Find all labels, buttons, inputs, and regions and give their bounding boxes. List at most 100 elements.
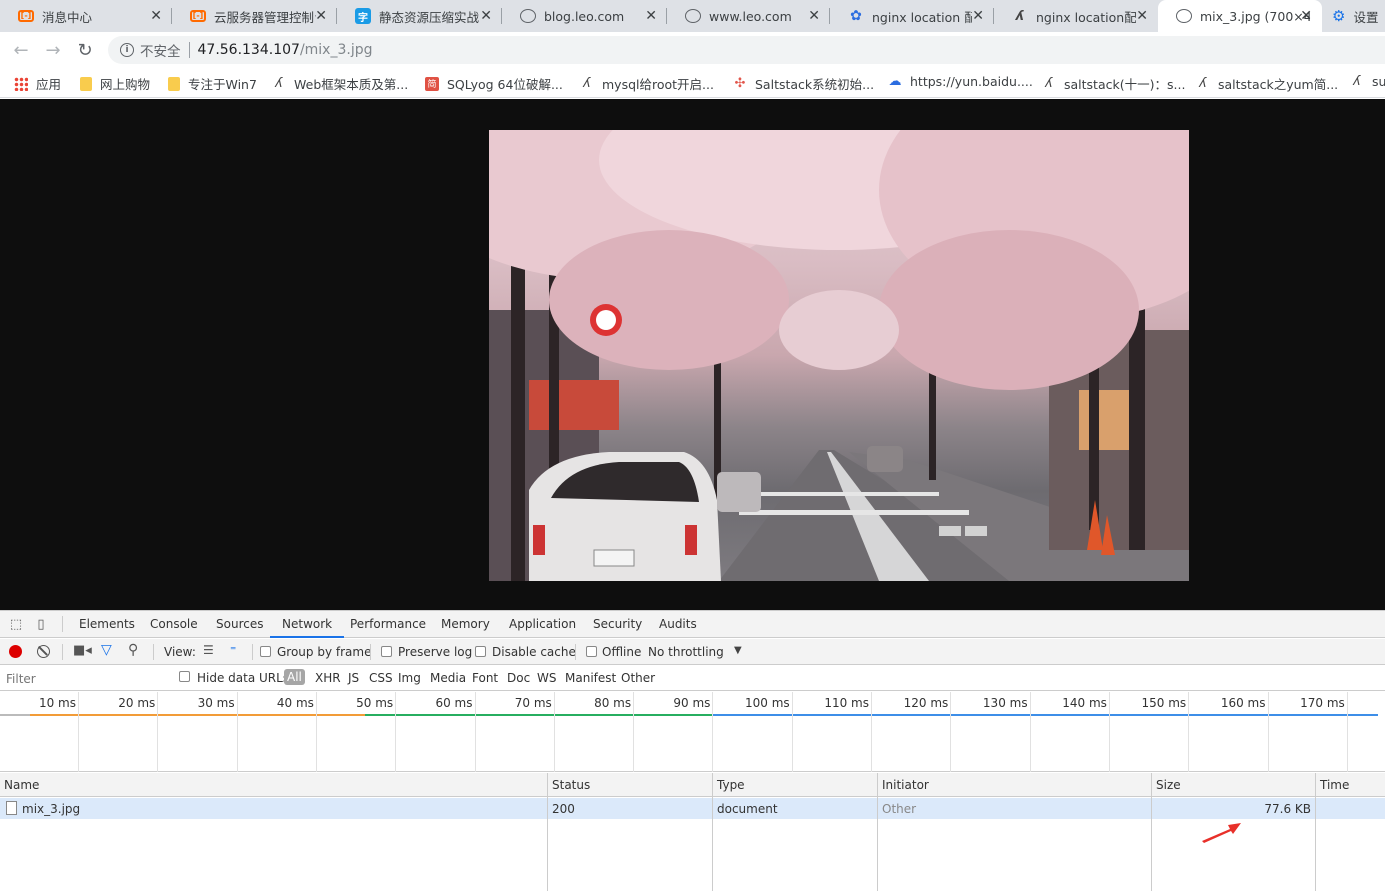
type-filter-doc[interactable]: Doc: [507, 671, 530, 685]
tab-mix-jpg[interactable]: mix_3.jpg (700×451) ✕: [1158, 0, 1322, 32]
type-filter-manifest[interactable]: Manifest: [565, 671, 616, 685]
jianshu-red-icon: 简: [425, 76, 439, 91]
bookmark-shopping[interactable]: 网上购物: [80, 74, 150, 93]
column-header-time[interactable]: Time: [1316, 773, 1385, 797]
column-header-name[interactable]: Name: [0, 773, 548, 797]
tab-network[interactable]: Network: [270, 611, 345, 638]
column-divider[interactable]: [1315, 773, 1316, 891]
column-header-status[interactable]: Status: [548, 773, 713, 797]
column-divider[interactable]: [547, 773, 548, 891]
info-icon[interactable]: i: [120, 43, 134, 57]
column-header-size[interactable]: Size: [1152, 773, 1316, 797]
disable-cache-label[interactable]: Disable cache: [492, 645, 576, 659]
column-divider[interactable]: [712, 773, 713, 891]
reload-icon[interactable]: ↻: [72, 38, 98, 62]
close-icon[interactable]: ✕: [645, 8, 657, 24]
close-icon[interactable]: ✕: [1300, 8, 1312, 24]
group-by-frame-label[interactable]: Group by frame: [277, 645, 371, 659]
list-view-icon[interactable]: ☰: [203, 643, 214, 657]
hide-data-urls-label[interactable]: Hide data URLs: [197, 671, 289, 685]
disable-cache-checkbox[interactable]: [475, 646, 486, 657]
group-by-frame-checkbox[interactable]: [260, 646, 271, 657]
tab-nginx-location-1[interactable]: ✿ nginx location 配置 ✕: [830, 0, 994, 32]
device-toolbar-icon[interactable]: ▯: [33, 616, 49, 632]
dropdown-arrow-icon[interactable]: ▼: [734, 645, 742, 656]
bookmark-su[interactable]: ʎ su: [1350, 74, 1385, 89]
preserve-log-label[interactable]: Preserve log: [398, 645, 472, 659]
timeline-ticks: 10 ms 20 ms 30 ms 40 ms 50 ms 60 ms 70 ms 80 ms…: [0, 692, 1385, 714]
close-icon[interactable]: ✕: [480, 8, 492, 24]
close-icon[interactable]: ✕: [1136, 8, 1148, 24]
offline-label[interactable]: Offline: [602, 645, 641, 659]
throttling-select[interactable]: No throttling: [648, 645, 724, 659]
bookmark-saltstack-11[interactable]: ʎ saltstack(十一)：s...: [1042, 74, 1185, 93]
forward-arrow-icon[interactable]: →: [40, 38, 66, 62]
preserve-log-checkbox[interactable]: [381, 646, 392, 657]
bookmark-sqlyog[interactable]: 简 SQLyog 64位破解...: [425, 74, 563, 93]
type-filter-js[interactable]: JS: [348, 671, 359, 685]
tab-security[interactable]: Security: [593, 611, 642, 638]
type-filter-img[interactable]: Img: [398, 671, 421, 685]
network-overview-timeline[interactable]: 10 ms 20 ms 30 ms 40 ms 50 ms 60 ms 70 ms 80 ms…: [0, 692, 1385, 772]
tab-application[interactable]: Application: [509, 611, 576, 638]
column-divider[interactable]: [877, 773, 878, 891]
timeline-tick-label: 140 ms: [1062, 696, 1107, 710]
bookmark-apps[interactable]: 应用: [14, 74, 61, 93]
tab-sources[interactable]: Sources: [216, 611, 263, 638]
cherry-blossom-street-image[interactable]: [489, 130, 1189, 581]
search-icon[interactable]: ⚲: [128, 642, 138, 658]
type-filter-all[interactable]: All: [284, 669, 305, 685]
type-filter-media[interactable]: Media: [430, 671, 466, 685]
tab-console[interactable]: Console: [150, 611, 198, 638]
bookmark-saltstack-yum[interactable]: ʎ saltstack之yum简...: [1196, 74, 1338, 93]
bookmark-mysql-root[interactable]: ʎ mysql给root开启...: [580, 74, 714, 93]
column-header-type[interactable]: Type: [713, 773, 878, 797]
type-filter-xhr[interactable]: XHR: [315, 671, 341, 685]
column-divider[interactable]: [1151, 773, 1152, 891]
security-label[interactable]: 不安全: [140, 40, 181, 60]
close-icon[interactable]: ✕: [150, 8, 162, 24]
tab-static-compress[interactable]: 字 静态资源压缩实战 ✕: [337, 0, 502, 32]
toolbar-divider: [62, 644, 63, 660]
close-icon[interactable]: ✕: [808, 8, 820, 24]
filter-icon[interactable]: ▽: [101, 642, 112, 658]
column-header-initiator[interactable]: Initiator: [878, 773, 1152, 797]
back-arrow-icon[interactable]: ←: [8, 38, 34, 62]
tab-performance[interactable]: Performance: [350, 611, 426, 638]
tab-message-center[interactable]: [-] 消息中心 ✕: [0, 0, 172, 32]
type-filter-ws[interactable]: WS: [537, 671, 556, 685]
hide-data-urls-checkbox[interactable]: [179, 671, 190, 682]
type-filter-css[interactable]: CSS: [369, 671, 393, 685]
bookmark-baidu-yun[interactable]: ☁ https://yun.baidu....: [888, 74, 1033, 89]
waterfall-view-icon[interactable]: ⁼: [230, 643, 236, 657]
clear-icon[interactable]: [37, 645, 50, 658]
close-icon[interactable]: ✕: [315, 8, 327, 24]
record-icon[interactable]: [9, 645, 22, 658]
type-filter-font[interactable]: Font: [472, 671, 498, 685]
filter-input[interactable]: [3, 669, 166, 688]
request-size: 77.6 KB: [1264, 802, 1311, 816]
blossom-canopy: [489, 130, 1189, 390]
tab-ecs-console[interactable]: [-] 云服务器管理控制台 ✕: [172, 0, 337, 32]
tab-memory[interactable]: Memory: [441, 611, 490, 638]
document-file-icon: [6, 801, 17, 815]
screenshot-camera-icon[interactable]: ■◂: [73, 643, 92, 658]
close-icon[interactable]: ✕: [972, 8, 984, 24]
tab-audits[interactable]: Audits: [659, 611, 697, 638]
request-name[interactable]: mix_3.jpg: [22, 802, 80, 816]
tab-nginx-location-2[interactable]: ʎ nginx location配置 ✕: [994, 0, 1158, 32]
bookmark-web-framework[interactable]: ʎ Web框架本质及第...: [272, 74, 408, 93]
tab-elements[interactable]: Elements: [79, 611, 135, 638]
tab-www-leo[interactable]: www.leo.com ✕: [667, 0, 830, 32]
bookmark-win7[interactable]: 专注于Win7: [168, 74, 257, 93]
tab-settings[interactable]: ⚙ 设置: [1332, 0, 1378, 32]
address-bar[interactable]: i 不安全 47.56.134.107/mix_3.jpg: [108, 36, 1385, 64]
tab-blog-leo[interactable]: blog.leo.com ✕: [502, 0, 667, 32]
car-right: [867, 446, 903, 472]
timeline-tick-label: 90 ms: [673, 696, 711, 710]
bookmark-saltstack-init[interactable]: ✣ Saltstack系统初始...: [733, 74, 875, 93]
inspect-element-icon[interactable]: ⬚: [8, 616, 24, 632]
type-filter-other[interactable]: Other: [621, 671, 655, 685]
request-status: 200: [552, 802, 575, 816]
offline-checkbox[interactable]: [586, 646, 597, 657]
